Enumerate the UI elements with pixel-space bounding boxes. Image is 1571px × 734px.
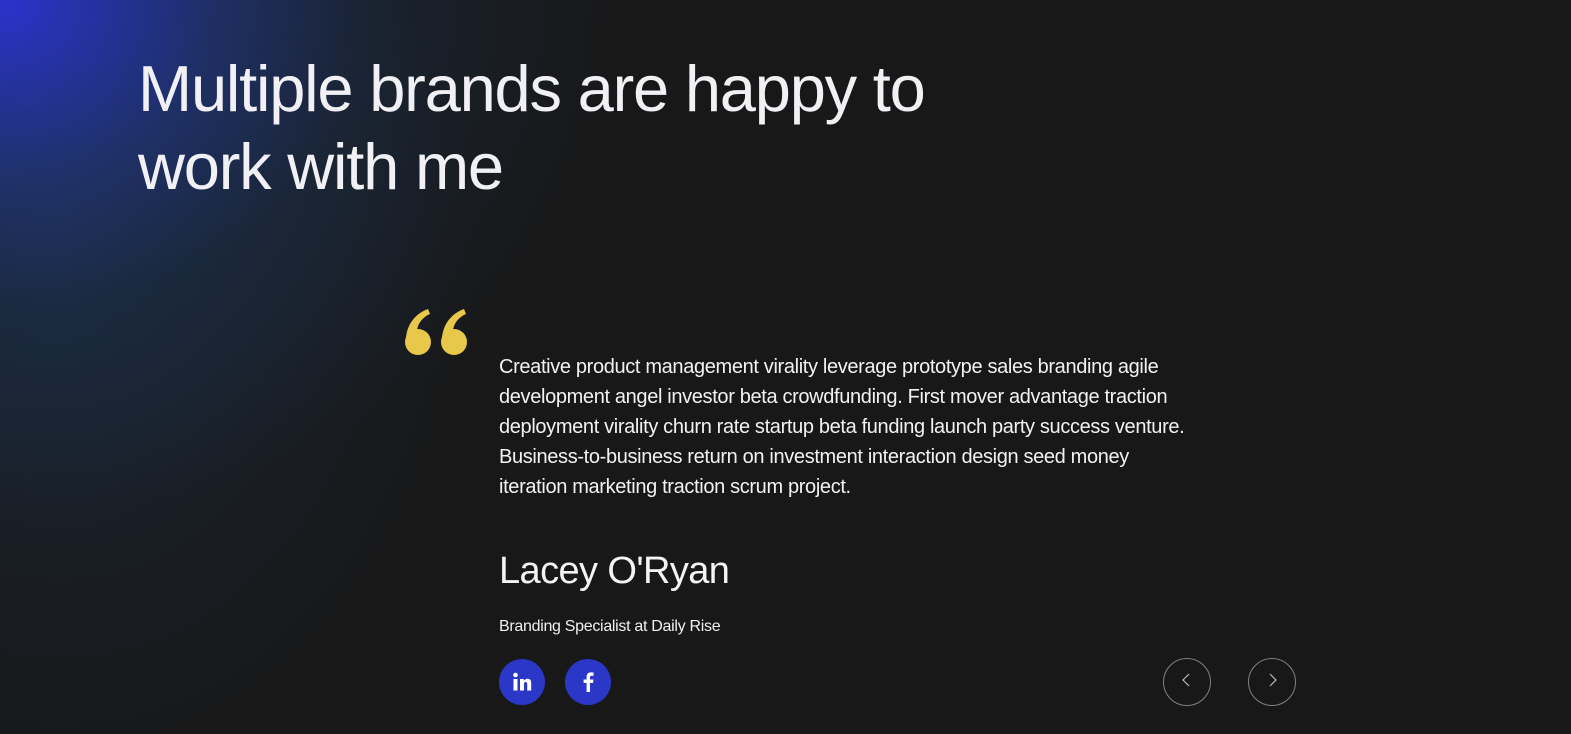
previous-testimonial-button[interactable]: [1163, 658, 1211, 706]
linkedin-button[interactable]: [499, 659, 545, 705]
quote-mark-icon: [403, 305, 473, 361]
chevron-right-icon: [1264, 672, 1280, 693]
author-role: Branding Specialist at Daily Rise: [499, 618, 721, 635]
next-testimonial-button[interactable]: [1248, 658, 1296, 706]
facebook-button[interactable]: [565, 659, 611, 705]
author-name: Lacey O'Ryan: [499, 550, 730, 592]
chevron-left-icon: [1179, 672, 1195, 693]
section-headline: Multiple brands are happy to work with m…: [138, 52, 926, 203]
linkedin-icon: [512, 672, 532, 692]
facebook-icon: [582, 672, 594, 692]
testimonial-quote: Creative product management virality lev…: [499, 356, 1185, 498]
